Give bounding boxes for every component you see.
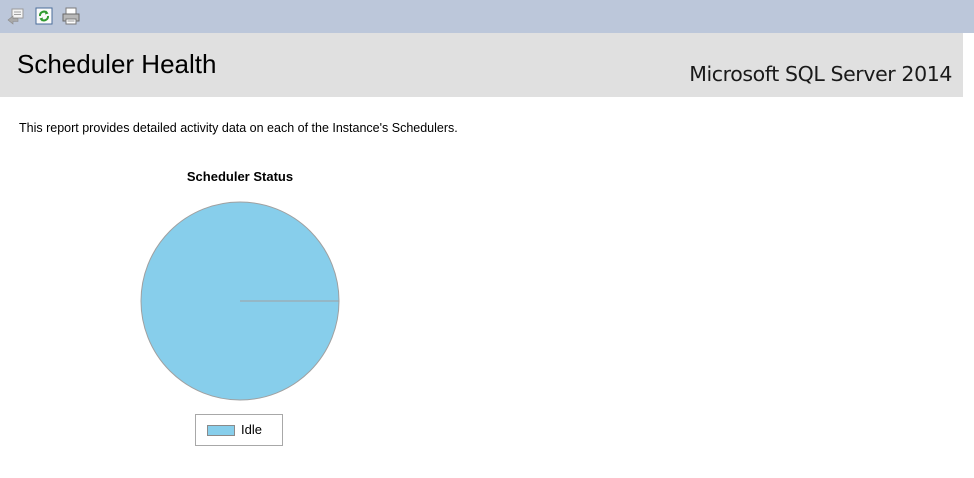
product-logo-text: Microsoft SQL Server 2014 [689,62,952,86]
legend-label-idle: Idle [241,422,262,437]
legend-swatch-idle [207,425,235,436]
report-header: Scheduler Health Microsoft SQL Server 20… [0,33,963,97]
report-toolbar [0,0,974,33]
chart-title: Scheduler Status [186,169,294,184]
refresh-icon[interactable] [34,6,54,26]
scheduler-status-chart: Scheduler Status Idle [120,160,360,460]
chart-legend: Idle [195,414,283,446]
report-description: This report provides detailed activity d… [19,121,458,135]
print-icon[interactable] [61,6,81,26]
back-icon[interactable] [6,6,26,26]
page-title: Scheduler Health [17,49,217,79]
header-edge [963,33,974,97]
